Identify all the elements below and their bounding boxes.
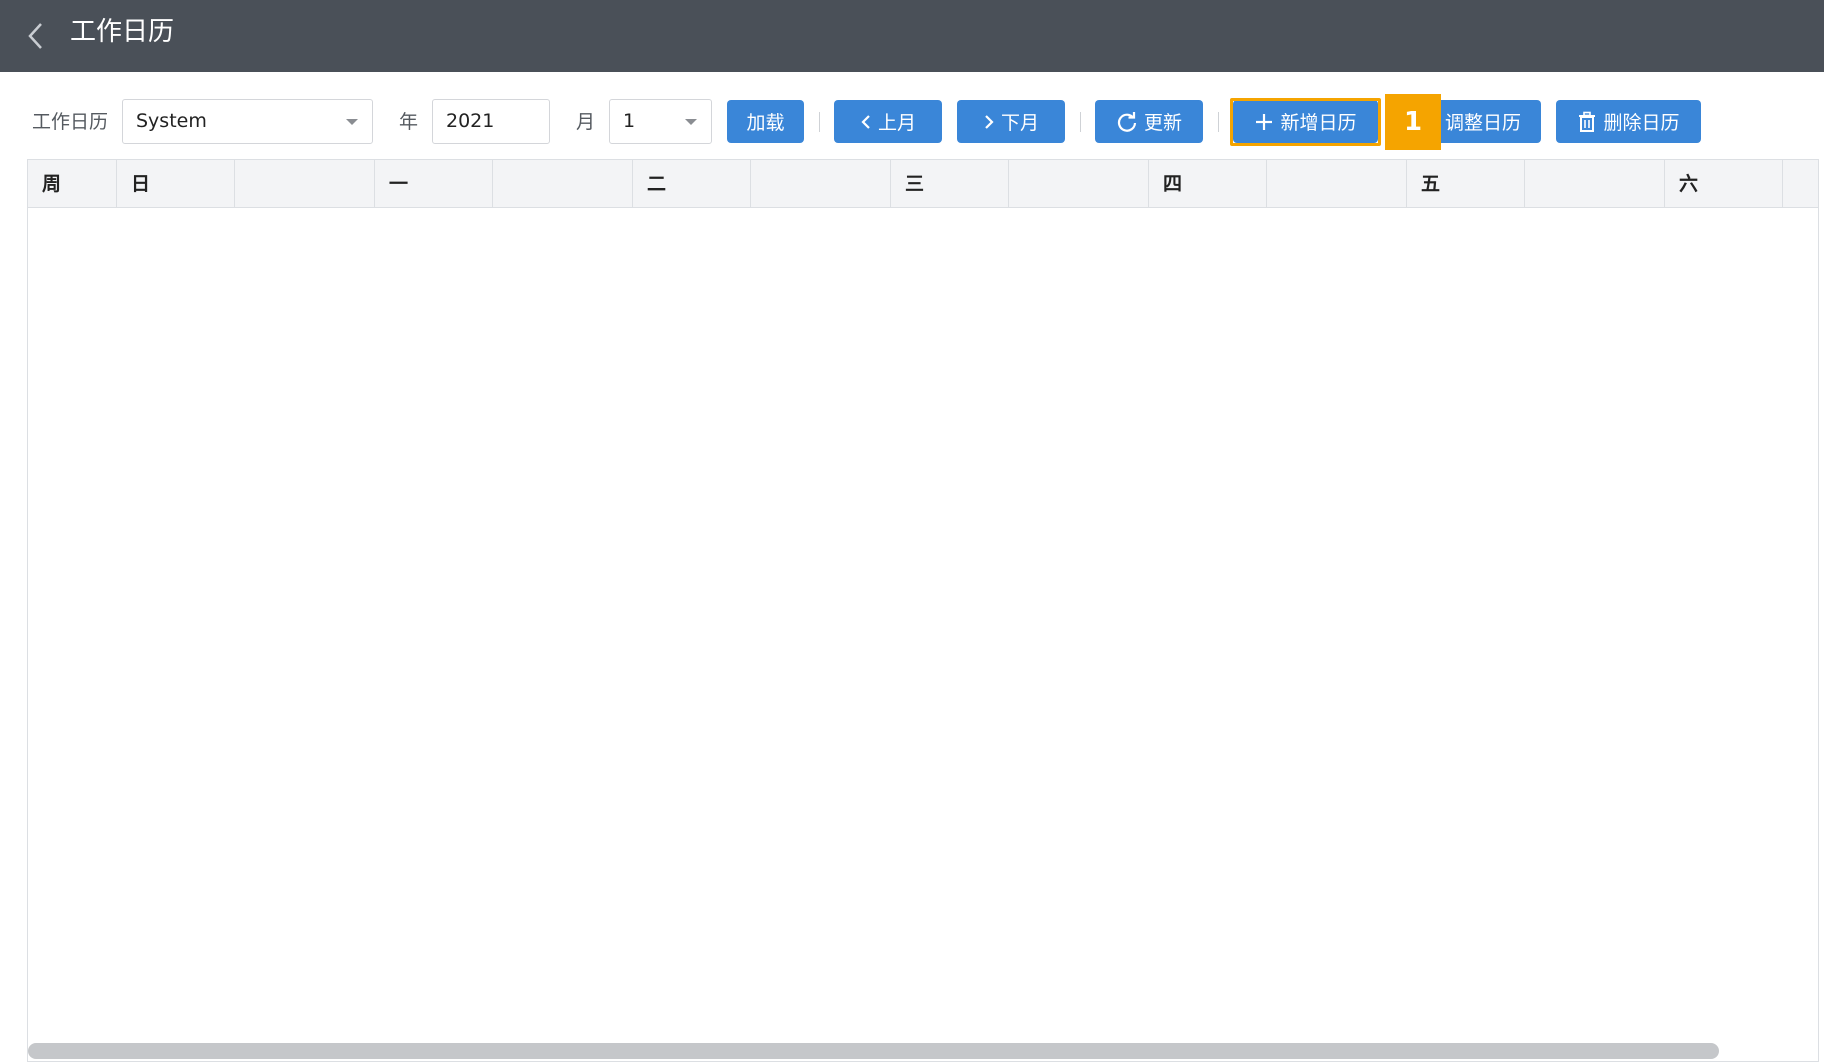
- toolbar-divider: [1080, 112, 1081, 132]
- column-header-fri-sub: [1525, 160, 1665, 208]
- next-month-label: 下月: [1000, 112, 1039, 134]
- caret-down-icon: [346, 119, 358, 125]
- prev-month-button[interactable]: 上月: [834, 100, 942, 143]
- calendar-label: 工作日历: [32, 111, 109, 133]
- refresh-icon: [1117, 111, 1137, 132]
- plus-icon: [1256, 113, 1273, 130]
- month-select-value: 1: [623, 110, 636, 132]
- year-input-value: 2021: [446, 110, 495, 132]
- month-label: 月: [576, 111, 596, 133]
- calendar-grid: 周 日 一 二 三 四 五 六: [27, 159, 1819, 1062]
- chevron-left-icon: [861, 114, 870, 129]
- add-calendar-label: 新增日历: [1280, 112, 1357, 134]
- refresh-label: 更新: [1143, 112, 1182, 134]
- column-header-wed-sub: [1009, 160, 1149, 208]
- calendar-select[interactable]: System: [122, 99, 373, 144]
- page-title: 工作日历: [70, 17, 175, 47]
- column-header-sat: 六: [1665, 160, 1783, 208]
- column-header-sat-sub: [1783, 160, 1818, 208]
- delete-calendar-button[interactable]: 删除日历: [1556, 100, 1701, 143]
- refresh-button[interactable]: 更新: [1095, 100, 1203, 143]
- scrollbar-thumb[interactable]: [28, 1043, 1719, 1059]
- column-header-mon: 一: [375, 160, 493, 208]
- chevron-left-icon: [28, 23, 42, 49]
- column-header-wed: 三: [891, 160, 1009, 208]
- caret-down-icon: [685, 119, 697, 125]
- column-header-fri: 五: [1407, 160, 1525, 208]
- calendar-select-value: System: [136, 110, 207, 132]
- delete-calendar-label: 删除日历: [1603, 112, 1680, 134]
- month-select[interactable]: 1: [609, 99, 712, 144]
- column-header-sun: 日: [117, 160, 235, 208]
- column-header-sun-sub: [235, 160, 375, 208]
- column-header-thu: 四: [1149, 160, 1267, 208]
- column-header-thu-sub: [1267, 160, 1407, 208]
- column-header-tue-sub: [751, 160, 891, 208]
- chevron-right-icon: [985, 114, 994, 129]
- column-header-week: 周: [28, 160, 117, 208]
- toolbar-divider: [819, 112, 820, 132]
- step-badge: 1: [1385, 94, 1441, 150]
- back-button[interactable]: [22, 18, 48, 54]
- toolbar-divider: [1218, 112, 1219, 132]
- trash-icon: [1579, 111, 1596, 132]
- load-button[interactable]: 加载: [727, 100, 804, 143]
- calendar-header-row: 周 日 一 二 三 四 五 六: [28, 160, 1818, 208]
- adjust-calendar-label: 调整日历: [1444, 112, 1521, 134]
- prev-month-label: 上月: [877, 112, 916, 134]
- year-label: 年: [399, 111, 419, 133]
- next-month-button[interactable]: 下月: [957, 100, 1065, 143]
- column-header-mon-sub: [493, 160, 633, 208]
- app-header: 工作日历: [0, 0, 1824, 72]
- add-calendar-button[interactable]: 新增日历: [1233, 100, 1378, 143]
- column-header-tue: 二: [633, 160, 751, 208]
- year-input[interactable]: 2021: [432, 99, 550, 144]
- load-button-label: 加载: [746, 112, 785, 134]
